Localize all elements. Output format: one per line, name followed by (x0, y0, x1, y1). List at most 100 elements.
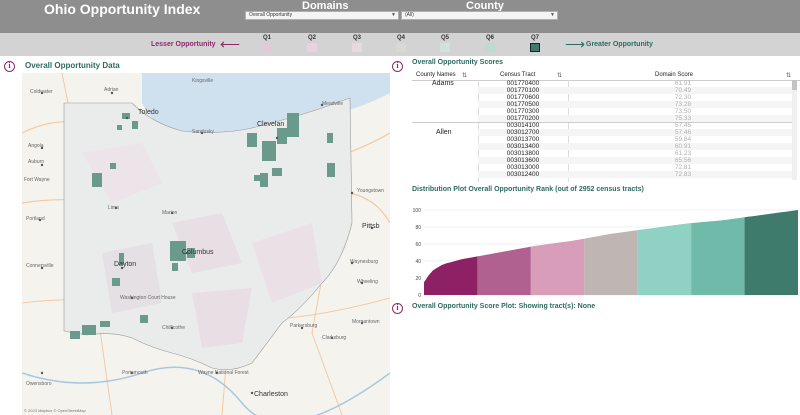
map-label-toledo: Toledo (138, 109, 159, 116)
y-tick-label: 80 (415, 225, 421, 231)
arrow-right-icon: ⟶ (565, 36, 586, 52)
map-label-coldwater: Coldwater (30, 89, 53, 95)
lesser-opportunity-label: Lesser Opportunity (151, 41, 216, 48)
scores-table: County Names ⇅ Census Tract ⇅ Domain Sco… (412, 70, 800, 182)
map-label-marion: Marion (162, 210, 178, 216)
map-attribution: © 2023 Mapbox © OpenStreetMap (24, 408, 86, 413)
quintile-swatch-q3[interactable] (352, 43, 362, 52)
quintile-swatch-q7[interactable] (530, 43, 540, 52)
quintile-legend: Lesser Opportunity ⟵ Q1 Q2 Q3 Q4 Q5 Q6 Q7 ⟶ Gr… (0, 33, 800, 56)
census-tract-cell: 003012700 (506, 129, 540, 136)
map-label-meadville: Meadville (322, 101, 344, 107)
quintile-label-q2: Q2 (307, 35, 316, 41)
quintile-swatch-q6[interactable] (485, 43, 495, 52)
domain-score-cell: 75.33 (674, 115, 692, 122)
ohio-map[interactable]: Kingsville Coldwater Adrian Toledo Sandusky C… (22, 73, 390, 415)
distribution-band-q6[interactable] (691, 217, 745, 295)
map-label-fort-wayne: Fort Wayne (24, 177, 50, 183)
map-label-columbus: Columbus (182, 249, 214, 256)
greater-opportunity-label: Greater Opportunity (586, 41, 653, 48)
census-tract-cell: 003014100 (506, 122, 540, 129)
domain-score-cell: 72.30 (674, 94, 692, 101)
census-tract-cell: 003012400 (506, 171, 540, 178)
sort-icon[interactable]: ⇅ (557, 72, 562, 79)
distribution-chart[interactable]: 100 80 60 40 20 0 (402, 200, 800, 300)
column-header-county[interactable]: County Names (416, 72, 456, 78)
scrollbar-thumb[interactable] (792, 80, 797, 90)
map-label-washington-court-house: Washington Court House (120, 295, 176, 301)
sort-icon[interactable]: ⇅ (786, 72, 791, 79)
domain-score-cell: 59.84 (674, 136, 692, 143)
map-label-lima: Lima (108, 205, 119, 211)
map-label-adrian: Adrian (104, 87, 119, 93)
domains-select[interactable]: Overall Opportunity ▼ (245, 11, 399, 20)
map-panel-title: Overall Opportunity Data (25, 61, 120, 70)
map-label-owensboro: Owensboro (26, 381, 52, 387)
county-select[interactable]: (All) ▼ (401, 11, 558, 20)
map-label-auburn: Auburn (28, 159, 45, 165)
distribution-band-q4[interactable] (584, 230, 638, 295)
table-scrollbar[interactable] (792, 80, 797, 180)
map-canvas (22, 73, 390, 415)
domains-select-value: Overall Opportunity (249, 12, 293, 18)
map-label-clarksburg: Clarksburg (322, 335, 347, 341)
map-label-dayton: Dayton (114, 261, 137, 268)
distribution-band-q5[interactable] (637, 223, 692, 295)
quintile-swatch-q1[interactable] (262, 43, 272, 52)
distribution-band-q1[interactable] (424, 256, 478, 295)
quintile-label-q1: Q1 (262, 35, 271, 41)
chevron-down-icon: ▼ (550, 12, 555, 18)
county-name[interactable]: Allen (436, 129, 452, 136)
score-plot-title: Overall Opportunity Score Plot: Showing … (412, 303, 596, 310)
info-icon[interactable]: i (4, 61, 15, 72)
domain-score-cell: 72.83 (674, 171, 692, 178)
domain-score-cell: 73.28 (674, 101, 692, 108)
quintile-swatch-q2[interactable] (307, 43, 317, 52)
column-header-score[interactable]: Domain Score (655, 72, 693, 78)
map-label-portsmouth: Portsmouth (122, 370, 148, 376)
distribution-band-q3[interactable] (530, 238, 585, 295)
quintile-swatch-q4[interactable] (396, 43, 406, 52)
sort-icon[interactable]: ⇅ (462, 72, 467, 79)
map-label-wheeling: Wheeling (357, 279, 378, 285)
map-label-sandusky: Sandusky (192, 129, 214, 135)
y-tick-label: 0 (418, 293, 421, 299)
census-tract-cell: 003013400 (506, 143, 540, 150)
domain-score-cell: 61.23 (674, 150, 692, 157)
county-name[interactable]: Adams (432, 80, 454, 87)
domain-score-cell: 70.49 (674, 87, 692, 94)
census-tract-cell: 001770500 (506, 101, 540, 108)
distribution-title: Distribution Plot Overall Opportunity Ra… (412, 186, 644, 193)
chevron-down-icon: ▼ (391, 12, 396, 18)
domain-score-cell: 57.45 (674, 122, 692, 129)
map-label-waynesburg: Waynesburg (350, 259, 378, 265)
column-header-tract[interactable]: Census Tract (500, 72, 535, 78)
domain-score-cell: 72.81 (674, 164, 692, 171)
distribution-band-q7[interactable] (744, 210, 798, 295)
arrow-left-icon: ⟵ (220, 36, 241, 52)
domain-score-cell: 61.91 (674, 80, 692, 87)
census-tract-cell: 001770300 (506, 108, 540, 115)
census-tract-cell: 003013800 (506, 150, 540, 157)
quintile-swatch-q5[interactable] (440, 43, 450, 52)
quintile-label-q4: Q4 (396, 35, 405, 41)
census-tract-cell: 003013600 (506, 157, 540, 164)
info-icon[interactable]: i (392, 61, 403, 72)
info-icon[interactable]: i (392, 303, 403, 314)
y-tick-label: 60 (415, 242, 421, 248)
distribution-band-q2[interactable] (477, 246, 531, 295)
map-label-wayne-national-forest: Wayne National Forest (198, 370, 249, 376)
county-select-value: (All) (405, 12, 414, 18)
y-tick-label: 40 (415, 259, 421, 265)
map-label-angola: Angola (28, 143, 44, 149)
app-title: Ohio Opportunity Index (44, 1, 201, 17)
header-bar: Ohio Opportunity Index Domains Overall O… (0, 0, 800, 33)
y-tick-label: 100 (413, 208, 422, 214)
map-label-clevelan: Clevelan (257, 121, 285, 128)
census-tract-cell: 003013700 (506, 136, 540, 143)
map-label-chillicothe: Chillicothe (162, 325, 186, 331)
map-label-charleston: Charleston (254, 391, 288, 398)
domain-score-cell: 73.50 (674, 108, 692, 115)
map-label-parkersburg: Parkersburg (290, 323, 318, 329)
census-tract-cell: 001770600 (506, 94, 540, 101)
